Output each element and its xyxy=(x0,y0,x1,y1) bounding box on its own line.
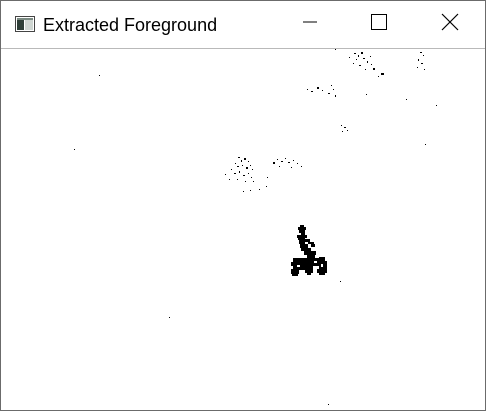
app-window: Extracted Foreground xyxy=(0,0,486,411)
title-bar[interactable]: Extracted Foreground xyxy=(1,1,485,49)
foreground-image xyxy=(74,49,437,405)
foreground-image-canvas xyxy=(1,49,485,410)
window-title: Extracted Foreground xyxy=(43,15,218,35)
app-window-icon xyxy=(15,16,35,32)
foreground-pixels xyxy=(74,49,437,405)
rider-silhouette xyxy=(291,225,327,276)
maximize-icon xyxy=(371,14,387,35)
maximize-button[interactable] xyxy=(344,1,414,48)
minimize-button[interactable] xyxy=(275,1,345,48)
close-icon xyxy=(441,13,459,36)
close-button[interactable] xyxy=(415,1,485,48)
minimize-icon xyxy=(302,14,318,35)
